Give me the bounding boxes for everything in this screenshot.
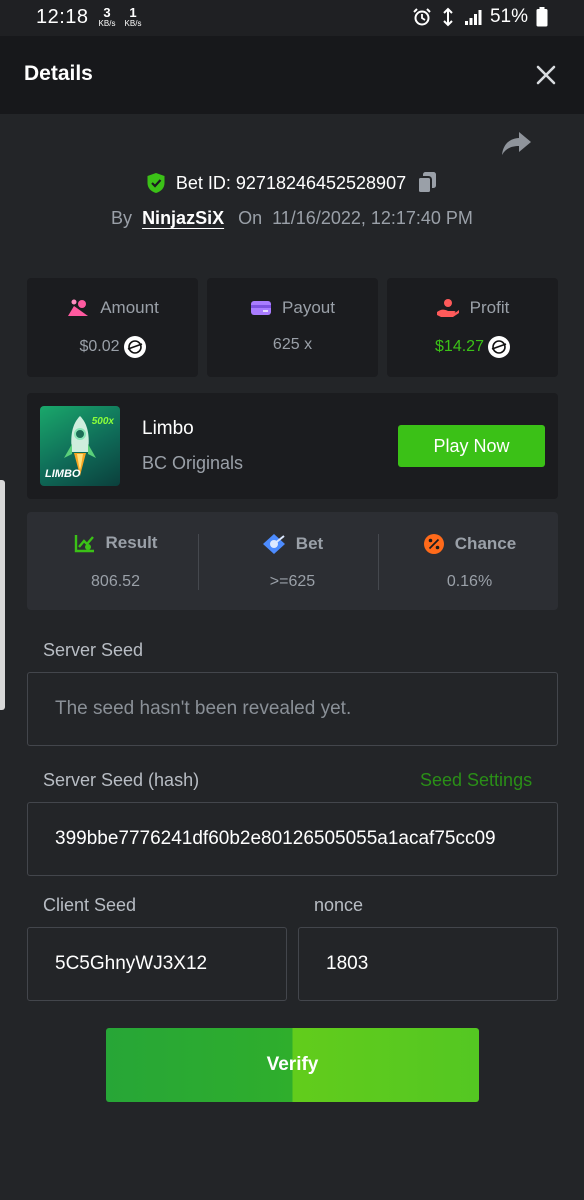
status-time: 12:18 xyxy=(36,6,89,28)
wifi-icon xyxy=(443,7,453,27)
bet-byline: By NinjazSiX On 11/16/2022, 12:17:40 PM xyxy=(0,205,584,231)
seed-settings-link[interactable]: Seed Settings xyxy=(420,770,532,791)
copy-icon[interactable] xyxy=(416,171,438,195)
server-seed-hash-field[interactable]: 399bbe7776241df60b2e80126505055a1acaf75c… xyxy=(27,802,558,876)
thumb-multiplier: 500x xyxy=(91,416,114,427)
bet-column: Bet >=625 xyxy=(204,512,381,610)
verified-shield-icon xyxy=(147,173,165,193)
server-seed-hash-label: Server Seed (hash) xyxy=(43,770,200,790)
stat-head: Amount xyxy=(27,298,198,318)
divider xyxy=(378,534,379,590)
bet-id: Bet ID: 92718246452528907 xyxy=(175,172,407,193)
currency-coin-icon xyxy=(487,336,510,358)
net-down-indicator: 3 KB/s xyxy=(96,6,118,29)
stat-card-profit: Profit $14.27 xyxy=(387,278,558,377)
result-panel: Result 806.52 Bet >=625 Chance 0.16% xyxy=(27,512,558,610)
game-provider: BC Originals xyxy=(142,453,244,473)
stat-label: Payout xyxy=(282,298,335,317)
percent-icon xyxy=(423,534,444,554)
net-down-unit: KB/s xyxy=(98,19,116,28)
thumb-label: LIMBO xyxy=(45,468,81,480)
stat-value: $0.02 xyxy=(27,336,198,358)
on-label: On xyxy=(238,207,263,228)
by-label: By xyxy=(111,207,133,228)
card-icon xyxy=(251,301,272,315)
client-seed-label: Client Seed xyxy=(43,895,137,915)
bet-value: >=625 xyxy=(269,573,316,590)
share-icon[interactable] xyxy=(500,130,532,158)
stat-value: $14.27 xyxy=(387,336,558,358)
chance-value: 0.16% xyxy=(446,573,493,590)
stat-head: Payout xyxy=(207,298,378,318)
bet-id-row: Bet ID: 92718246452528907 xyxy=(0,170,584,196)
stat-value-text: $0.02 xyxy=(79,338,120,355)
battery-icon xyxy=(536,7,548,27)
chance-label: Chance xyxy=(454,534,517,553)
net-down-value: 3 xyxy=(103,5,111,20)
edge-panel-handle[interactable] xyxy=(0,480,5,710)
result-head: Result xyxy=(27,533,204,553)
game-thumbnail[interactable]: 500x LIMBO xyxy=(40,406,120,486)
stat-label: Amount xyxy=(100,298,159,317)
stat-value: 625 x xyxy=(207,336,378,354)
bet-head: Bet xyxy=(204,533,381,555)
details-header: Details xyxy=(0,36,584,114)
bet-amount-icon xyxy=(68,299,89,316)
client-seed-field[interactable]: 5C5GhnyWJ3X12 xyxy=(27,927,287,1001)
page-title: Details xyxy=(24,62,93,85)
verify-button[interactable]: Verify xyxy=(106,1028,479,1102)
net-up-unit: KB/s xyxy=(124,19,142,28)
stat-value-text: 625 x xyxy=(272,336,313,353)
stat-label: Profit xyxy=(469,298,510,317)
bet-date: 11/16/2022, 12:17:40 PM xyxy=(272,207,473,228)
signal-icon xyxy=(464,10,482,25)
username-link[interactable]: NinjazSiX xyxy=(142,208,224,229)
play-now-button[interactable]: Play Now xyxy=(398,425,545,467)
result-label: Result xyxy=(105,533,158,552)
status-icons: 51% xyxy=(412,6,548,28)
server-seed-field[interactable]: The seed hasn't been revealed yet. xyxy=(27,672,558,746)
stat-head: Profit xyxy=(387,298,558,318)
profit-hand-icon xyxy=(436,299,459,317)
currency-coin-icon xyxy=(123,336,146,358)
net-up-value: 1 xyxy=(129,5,137,20)
battery-percent: 51% xyxy=(489,6,528,27)
stat-value-text: $14.27 xyxy=(435,338,484,355)
nonce-field[interactable]: 1803 xyxy=(298,927,558,1001)
chance-column: Chance 0.16% xyxy=(381,512,558,610)
divider xyxy=(198,534,199,590)
server-seed-label: Server Seed xyxy=(43,640,144,660)
status-bar: 12:18 3 KB/s 1 KB/s 51% xyxy=(0,0,584,36)
target-diamond-icon xyxy=(262,534,285,554)
result-value: 806.52 xyxy=(91,573,140,590)
result-column: Result 806.52 xyxy=(27,512,204,610)
chart-up-icon xyxy=(74,535,94,553)
stat-card-amount: Amount $0.02 xyxy=(27,278,198,377)
game-name: Limbo xyxy=(142,418,194,439)
bet-label: Bet xyxy=(295,534,324,553)
alarm-icon xyxy=(413,8,431,26)
net-up-indicator: 1 KB/s xyxy=(122,6,144,29)
close-icon[interactable] xyxy=(534,63,558,87)
game-card: 500x LIMBO Limbo BC Originals Play Now xyxy=(27,393,558,499)
stat-card-payout: Payout 625 x xyxy=(207,278,378,377)
chance-head: Chance xyxy=(381,533,558,555)
nonce-label: nonce xyxy=(314,895,364,915)
